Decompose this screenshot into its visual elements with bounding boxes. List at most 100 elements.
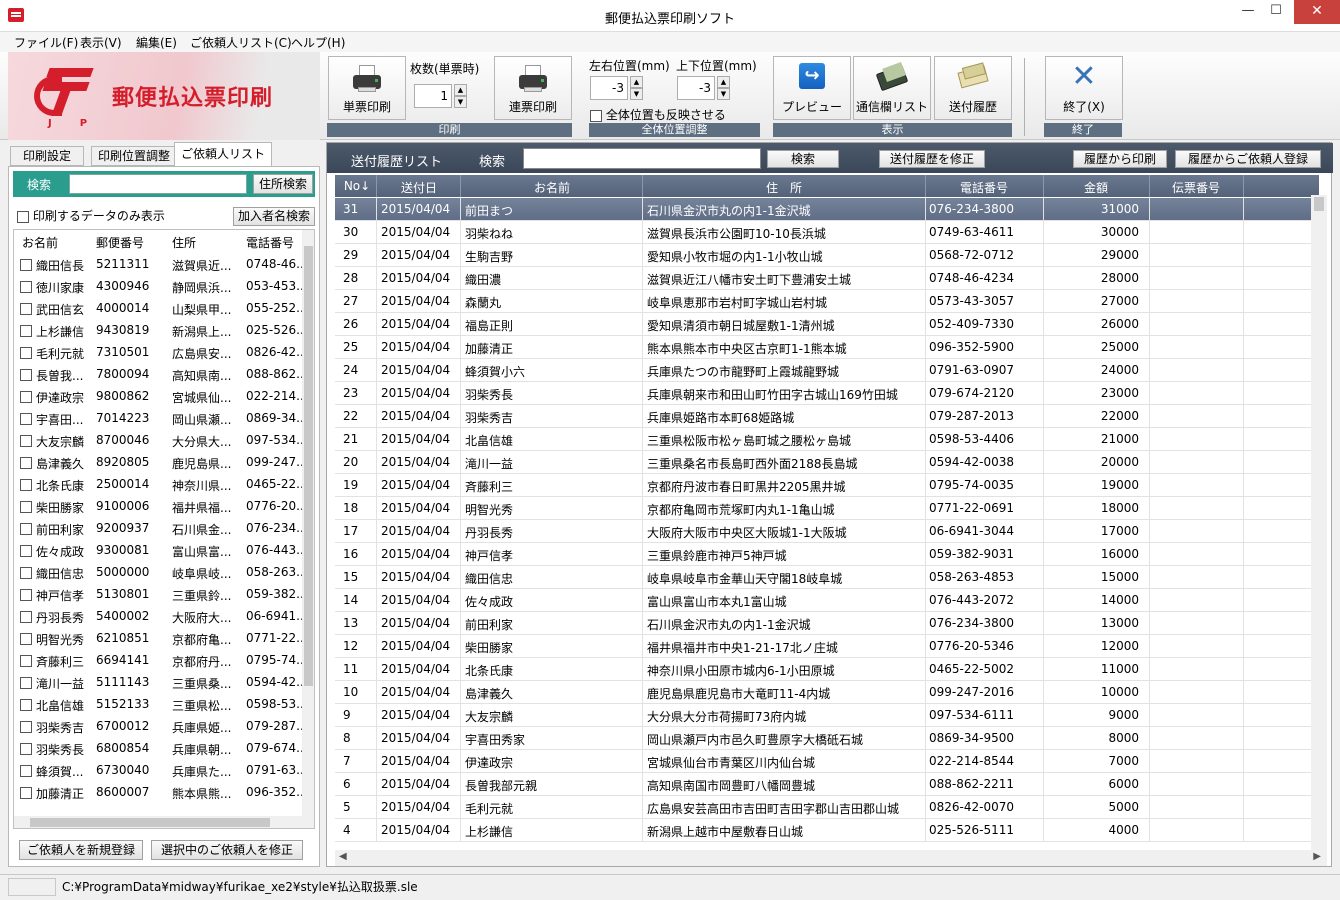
list-item[interactable]: 佐々成政 9300081 富山県富... 076-443... <box>14 540 302 562</box>
menu-help[interactable]: ヘルプ(H) <box>291 34 345 51</box>
col-no[interactable]: No↓ <box>339 179 375 193</box>
history-vscroll-thumb[interactable] <box>1314 197 1324 211</box>
row-checkbox[interactable] <box>20 501 32 513</box>
address-search-button[interactable]: 住所検索 <box>253 174 313 194</box>
table-row[interactable]: 12 2015/04/04 柴田勝家 福井県福井市中央1-21-17北ノ庄城 0776-… <box>335 635 1319 658</box>
menu-view[interactable]: 表示(V) <box>80 34 122 51</box>
name-search-button[interactable]: 加入者名検索 <box>233 207 315 226</box>
table-row[interactable]: 6 2015/04/04 長曽我部元親 高知県南国市岡豊町八幡岡豊城 088-862-2… <box>335 773 1319 796</box>
list-item[interactable]: 毛利元就 7310501 広島県安... 0826-42... <box>14 342 302 364</box>
list-item[interactable]: 武田信玄 4000014 山梨県甲... 055-252... <box>14 298 302 320</box>
list-item[interactable]: 上杉謙信 9430819 新潟県上... 025-526... <box>14 320 302 342</box>
client-list-hscroll[interactable] <box>14 816 314 828</box>
col-phone[interactable]: 電話番号 <box>246 234 294 251</box>
table-row[interactable]: 29 2015/04/04 生駒吉野 愛知県小牧市堀の内1-1小牧山城 0568-72-… <box>335 244 1319 267</box>
row-checkbox[interactable] <box>20 413 32 425</box>
row-checkbox[interactable] <box>20 567 32 579</box>
row-checkbox[interactable] <box>20 743 32 755</box>
table-row[interactable]: 25 2015/04/04 加藤清正 熊本県熊本市中央区古京町1-1熊本城 096-35… <box>335 336 1319 359</box>
row-checkbox[interactable] <box>20 633 32 645</box>
table-row[interactable]: 24 2015/04/04 蜂須賀小六 兵庫県たつの市龍野町上霞城龍野城 0791-63… <box>335 359 1319 382</box>
table-row[interactable]: 27 2015/04/04 森蘭丸 岐阜県恵那市岩村町字城山岩村城 0573-43-30… <box>335 290 1319 313</box>
row-checkbox[interactable] <box>20 457 32 469</box>
table-row[interactable]: 4 2015/04/04 上杉謙信 新潟県上越市中屋敷春日山城 025-526-5111… <box>335 819 1319 842</box>
row-checkbox[interactable] <box>20 435 32 447</box>
list-item[interactable]: 北条氏康 2500014 神奈川県... 0465-22... <box>14 474 302 496</box>
tab-print-settings[interactable]: 印刷設定 <box>10 146 84 166</box>
scroll-right-icon[interactable]: ▶ <box>1313 851 1321 862</box>
count-input[interactable]: 1 <box>414 84 452 108</box>
tb-position-input[interactable]: -3 <box>677 76 715 100</box>
tb-position-stepper[interactable]: ▲ ▼ <box>717 76 730 100</box>
comm-list-button[interactable]: 通信欄リスト <box>853 56 931 120</box>
table-row[interactable]: 20 2015/04/04 滝川一益 三重県桑名市長島町西外面2188長島城 0594-… <box>335 451 1319 474</box>
table-row[interactable]: 7 2015/04/04 伊達政宗 宮城県仙台市青葉区川内仙台城 022-214-854… <box>335 750 1319 773</box>
list-item[interactable]: 斉藤利三 6694141 京都府丹... 0795-74... <box>14 650 302 672</box>
table-row[interactable]: 30 2015/04/04 羽柴ねね 滋賀県長浜市公園町10-10長浜城 0749-63… <box>335 221 1319 244</box>
col-client-name[interactable]: お名前 <box>461 179 643 196</box>
edit-client-button[interactable]: 選択中のご依頼人を修正 <box>151 840 303 860</box>
history-hscroll[interactable]: ◀ ▶ <box>335 850 1327 866</box>
client-list-hscroll-thumb[interactable] <box>30 818 270 827</box>
row-checkbox[interactable] <box>20 259 32 271</box>
exit-button[interactable]: ✕ 終了(X) <box>1045 56 1123 120</box>
col-address[interactable]: 住所 <box>172 234 196 251</box>
register-from-history-button[interactable]: 履歴からご依頼人登録 <box>1175 150 1321 168</box>
col-address[interactable]: 住 所 <box>643 179 925 196</box>
table-row[interactable]: 9 2015/04/04 大友宗麟 大分県大分市荷揚町73府内城 097-534-611… <box>335 704 1319 727</box>
client-list-vscroll-thumb[interactable] <box>304 246 313 686</box>
table-row[interactable]: 14 2015/04/04 佐々成政 富山県富山市本丸1富山城 076-443-2072… <box>335 589 1319 612</box>
list-item[interactable]: 徳川家康 4300946 静岡県浜... 053-453... <box>14 276 302 298</box>
row-checkbox[interactable] <box>20 347 32 359</box>
row-checkbox[interactable] <box>20 479 32 491</box>
list-item[interactable]: 織田信忠 5000000 岐阜県岐... 058-263... <box>14 562 302 584</box>
col-amount[interactable]: 金額 <box>1043 179 1149 196</box>
row-checkbox[interactable] <box>20 523 32 535</box>
row-checkbox[interactable] <box>20 765 32 777</box>
close-button[interactable]: ✕ <box>1294 0 1340 24</box>
count-stepper[interactable]: ▲ ▼ <box>454 84 467 108</box>
apply-all-option[interactable]: 全体位置も反映させる <box>590 106 726 123</box>
lr-position-stepper[interactable]: ▲ ▼ <box>630 76 643 100</box>
row-checkbox[interactable] <box>20 589 32 601</box>
history-search-input[interactable] <box>523 148 761 169</box>
table-row[interactable]: 18 2015/04/04 明智光秀 京都府亀岡市荒塚町内丸1-1亀山城 0771-22… <box>335 497 1319 520</box>
list-item[interactable]: 長曽我... 7800094 高知県南... 088-862... <box>14 364 302 386</box>
history-vscroll[interactable] <box>1311 195 1327 850</box>
scroll-left-icon[interactable]: ◀ <box>339 851 347 862</box>
list-item[interactable]: 明智光秀 6210851 京都府亀... 0771-22... <box>14 628 302 650</box>
only-print-option[interactable]: 印刷するデータのみ表示 <box>17 207 165 224</box>
history-search-button[interactable]: 検索 <box>767 150 839 168</box>
table-row[interactable]: 15 2015/04/04 織田信忠 岐阜県岐阜市金華山天守閣18岐阜城 058-263… <box>335 566 1319 589</box>
single-print-button[interactable]: 単票印刷 <box>328 56 406 120</box>
list-item[interactable]: 滝川一益 5111143 三重県桑... 0594-42... <box>14 672 302 694</box>
row-checkbox[interactable] <box>20 369 32 381</box>
row-checkbox[interactable] <box>20 325 32 337</box>
send-history-button[interactable]: 送付履歴 <box>934 56 1012 120</box>
list-item[interactable]: 前田利家 9200937 石川県金... 076-234... <box>14 518 302 540</box>
list-item[interactable]: 加藤清正 8600007 熊本県熊... 096-352... <box>14 782 302 804</box>
list-item[interactable]: 宇喜田... 7014223 岡山県瀬... 0869-34... <box>14 408 302 430</box>
list-item[interactable]: 羽柴秀吉 6700012 兵庫県姫... 079-287... <box>14 716 302 738</box>
table-row[interactable]: 17 2015/04/04 丹羽長秀 大阪府大阪市中央区大阪城1-1大阪城 06-694… <box>335 520 1319 543</box>
list-item[interactable]: 伊達政宗 9800862 宮城県仙... 022-214... <box>14 386 302 408</box>
col-phone[interactable]: 電話番号 <box>925 179 1043 196</box>
table-row[interactable]: 19 2015/04/04 斉藤利三 京都府丹波市春日町黒井2205黒井城 0795-7… <box>335 474 1319 497</box>
col-slip-no[interactable]: 伝票番号 <box>1149 179 1243 196</box>
minimize-button[interactable]: — <box>1234 0 1262 24</box>
row-checkbox[interactable] <box>20 655 32 667</box>
table-row[interactable]: 21 2015/04/04 北畠信雄 三重県松阪市松ヶ島町城之腰松ヶ島城 0598-53… <box>335 428 1319 451</box>
preview-button[interactable]: ↪ プレビュー <box>773 56 851 120</box>
tab-client-list[interactable]: ご依頼人リスト <box>174 142 272 167</box>
table-row[interactable]: 13 2015/04/04 前田利家 石川県金沢市丸の内1-1金沢城 076-234-3… <box>335 612 1319 635</box>
table-row[interactable]: 5 2015/04/04 毛利元就 広島県安芸高田市吉田町吉田字郡山吉田郡山城 0826… <box>335 796 1319 819</box>
table-row[interactable]: 22 2015/04/04 羽柴秀吉 兵庫県姫路市本町68姫路城 079-287-201… <box>335 405 1319 428</box>
tab-print-position[interactable]: 印刷位置調整 <box>91 146 177 166</box>
row-checkbox[interactable] <box>20 303 32 315</box>
table-row[interactable]: 10 2015/04/04 島津義久 鹿児島県鹿児島市大竜町11-4内城 099-247… <box>335 681 1319 704</box>
menu-edit[interactable]: 編集(E) <box>136 34 177 51</box>
row-checkbox[interactable] <box>20 721 32 733</box>
table-row[interactable]: 23 2015/04/04 羽柴秀長 兵庫県朝来市和田山町竹田字古城山169竹田城 07… <box>335 382 1319 405</box>
row-checkbox[interactable] <box>20 787 32 799</box>
list-item[interactable]: 島津義久 8920805 鹿児島県... 099-247... <box>14 452 302 474</box>
